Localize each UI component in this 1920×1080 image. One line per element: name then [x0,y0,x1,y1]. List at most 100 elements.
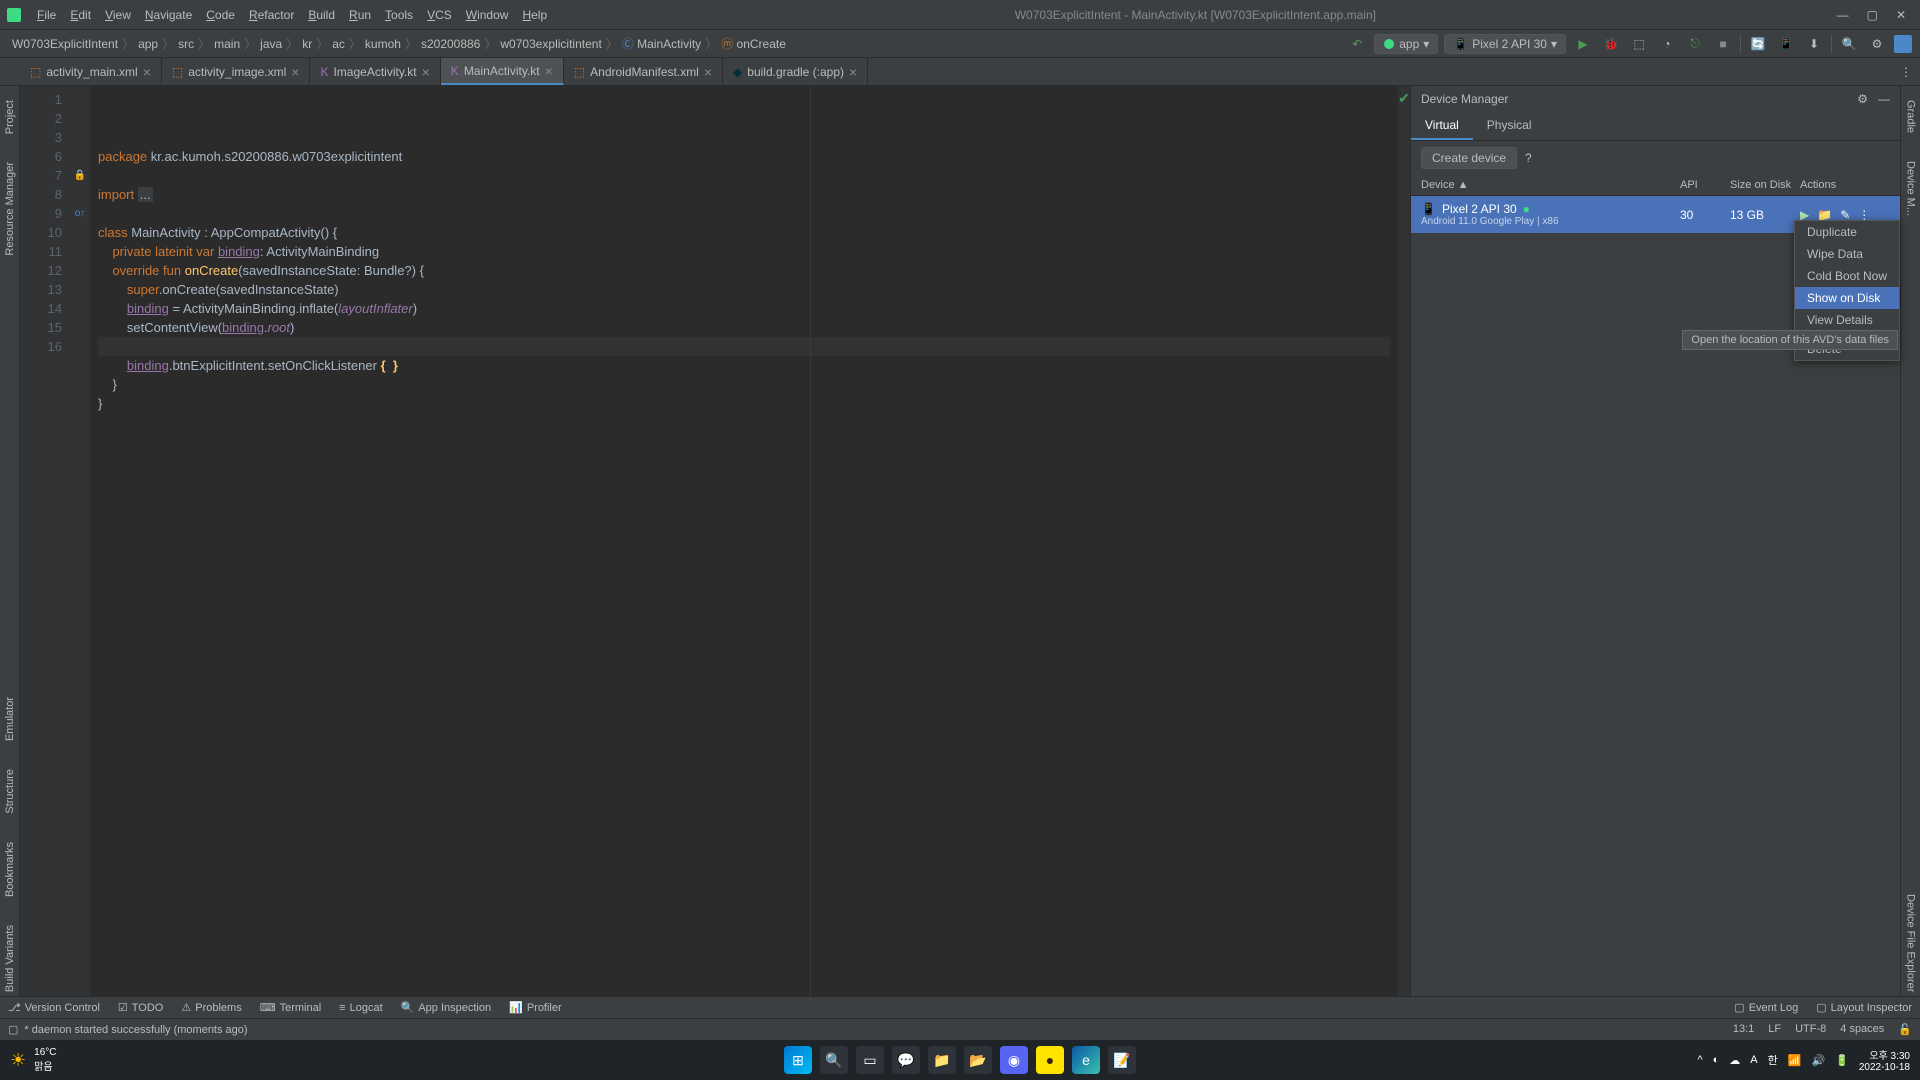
weather-icon[interactable]: ☀ [10,1050,26,1071]
context-duplicate[interactable]: Duplicate [1795,221,1899,243]
breadcrumb-segment[interactable]: W0703ExplicitIntent [8,37,122,51]
tool-event-log[interactable]: ▢ Event Log [1734,1001,1798,1014]
maximize-icon[interactable]: ▢ [1867,8,1878,22]
tool-todo[interactable]: ☑ TODO [118,1001,163,1014]
tray-ime-icon[interactable]: A [1750,1054,1757,1066]
tool-terminal[interactable]: ⌨ Terminal [260,1001,321,1014]
panel-hide-icon[interactable]: — [1878,92,1890,106]
tray-volume-icon[interactable]: 🔊 [1811,1054,1825,1067]
menu-file[interactable]: File [30,8,63,22]
create-device-button[interactable]: Create device [1421,147,1517,169]
taskbar-app[interactable]: e [1072,1046,1100,1074]
taskbar-app[interactable]: 📁 [928,1046,956,1074]
tool-structure[interactable]: Structure [4,765,16,818]
menu-refactor[interactable]: Refactor [242,8,301,22]
taskbar-app[interactable]: 📝 [1108,1046,1136,1074]
minimize-icon[interactable]: — [1837,8,1849,22]
start-icon[interactable]: ⊞ [784,1046,812,1074]
breadcrumb-segment[interactable]: src [174,37,198,51]
taskbar-app[interactable]: ● [1036,1046,1064,1074]
col-size[interactable]: Size on Disk [1730,179,1800,191]
tray-icon[interactable]: ◐ [1713,1054,1720,1066]
editor-tab[interactable]: ⬚activity_main.xml× [20,58,162,85]
breadcrumb-segment[interactable]: main [210,37,244,51]
account-icon[interactable] [1894,35,1912,53]
context-show-on-disk[interactable]: Show on Disk [1795,287,1899,309]
tool-emulator[interactable]: Emulator [4,693,16,745]
tool-resource-manager[interactable]: Resource Manager [4,158,16,260]
tool-device-file-explorer[interactable]: Device File Explorer [1905,890,1917,996]
taskbar-app[interactable]: ◉ [1000,1046,1028,1074]
breadcrumb-segment[interactable]: kumoh [361,37,405,51]
system-clock[interactable]: 오후 3:30 2022-10-18 [1859,1047,1910,1073]
weather-widget[interactable]: 16°C 맑음 [34,1047,56,1073]
menu-tools[interactable]: Tools [378,8,420,22]
menu-help[interactable]: Help [515,8,554,22]
menu-navigate[interactable]: Navigate [138,8,199,22]
caret-position[interactable]: 13:1 [1733,1023,1754,1036]
close-icon[interactable]: ✕ [1896,8,1906,22]
tool-app-inspection[interactable]: 🔍 App Inspection [401,1001,491,1014]
editor-tab[interactable]: ⬚activity_image.xml× [162,58,311,85]
task-search-icon[interactable]: 🔍 [820,1046,848,1074]
menu-build[interactable]: Build [301,8,342,22]
tool-logcat[interactable]: ≡ Logcat [339,1001,382,1014]
menu-window[interactable]: Window [459,8,516,22]
taskbar-app[interactable]: 📂 [964,1046,992,1074]
indent-info[interactable]: 4 spaces [1840,1023,1884,1036]
breadcrumb-segment[interactable]: s20200886 [417,37,484,51]
tray-wifi-icon[interactable]: 📶 [1788,1054,1802,1067]
context-wipe-data[interactable]: Wipe Data [1795,243,1899,265]
breadcrumb-segment[interactable]: ac [328,37,349,51]
context-view-details[interactable]: View Details [1795,309,1899,331]
search-icon[interactable]: 🔍 [1838,33,1860,55]
breadcrumb-segment[interactable]: Ⓒ MainActivity [618,35,705,52]
back-icon[interactable]: ↶ [1346,33,1368,55]
tool-problems[interactable]: ⚠ Problems [181,1001,241,1014]
run-config-selector[interactable]: app ▾ [1374,34,1438,54]
tool-gradle[interactable]: Gradle [1905,96,1917,137]
breadcrumb-segment[interactable]: java [256,37,286,51]
breadcrumb-segment[interactable]: app [134,37,162,51]
panel-settings-icon[interactable]: ⚙ [1857,92,1868,106]
context-cold-boot-now[interactable]: Cold Boot Now [1795,265,1899,287]
menu-run[interactable]: Run [342,8,378,22]
tool-bookmarks[interactable]: Bookmarks [4,838,16,901]
avd-icon[interactable]: 📱 [1775,33,1797,55]
menu-edit[interactable]: Edit [63,8,98,22]
tool-version-control[interactable]: ⎇ Version Control [8,1001,100,1014]
tool-project[interactable]: Project [4,96,16,138]
tab-close-icon[interactable]: × [143,64,151,80]
editor-tab[interactable]: ◆build.gradle (:app)× [723,58,868,85]
profile-icon[interactable]: ◔ [1656,33,1678,55]
tab-virtual[interactable]: Virtual [1411,112,1473,140]
tray-icon[interactable]: ☁ [1729,1054,1740,1067]
tray-chevron-icon[interactable]: ^ [1697,1054,1702,1066]
tab-close-icon[interactable]: × [849,64,857,80]
tool-profiler[interactable]: 📊 Profiler [509,1001,562,1014]
col-device[interactable]: Device ▲ [1421,179,1680,191]
sdk-icon[interactable]: ⬇ [1803,33,1825,55]
tool-device-manager[interactable]: Device M... [1905,157,1917,220]
editor[interactable]: 123678910111213141516 🔒o↑ package kr.ac.… [20,86,1410,996]
menu-vcs[interactable]: VCS [420,8,459,22]
editor-tab[interactable]: KImageActivity.kt× [310,58,440,85]
help-icon[interactable]: ? [1525,151,1532,165]
code-area[interactable]: package kr.ac.kumoh.s20200886.w0703expli… [90,86,1398,996]
tab-close-icon[interactable]: × [704,64,712,80]
device-selector[interactable]: 📱 Pixel 2 API 30 ▾ [1444,34,1566,54]
run-icon[interactable]: ▶ [1572,33,1594,55]
stop-icon[interactable]: ■ [1712,33,1734,55]
file-encoding[interactable]: UTF-8 [1795,1023,1826,1036]
tab-close-icon[interactable]: × [422,64,430,80]
tray-lang-icon[interactable]: 한 [1768,1052,1778,1068]
tab-physical[interactable]: Physical [1473,112,1546,140]
breadcrumb-segment[interactable]: kr [298,37,316,51]
editor-tab[interactable]: ⬚AndroidManifest.xml× [564,58,723,85]
tool-build-variants[interactable]: Build Variants [4,921,16,996]
debug-icon[interactable]: 🐞 [1600,33,1622,55]
tab-close-icon[interactable]: × [291,64,299,80]
tray-battery-icon[interactable]: 🔋 [1835,1054,1849,1067]
tab-menu-icon[interactable]: ⋮ [1892,58,1920,85]
breadcrumb-segment[interactable]: w0703explicitintent [496,37,605,51]
